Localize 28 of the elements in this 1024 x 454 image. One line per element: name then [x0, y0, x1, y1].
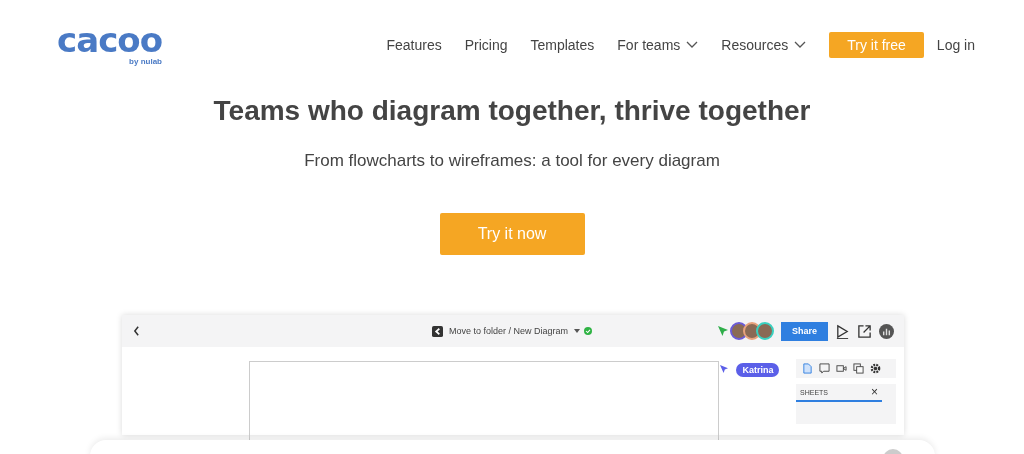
- cursor-label: Katrina: [736, 363, 780, 377]
- nav-link[interactable]: For teams: [617, 37, 699, 53]
- chart-icon[interactable]: [879, 323, 894, 339]
- nav-link[interactable]: Pricing: [464, 37, 508, 53]
- nav-link[interactable]: Resources: [721, 37, 807, 53]
- export-icon[interactable]: [857, 323, 872, 339]
- logo-wordmark[interactable]: cacoo: [57, 24, 162, 55]
- logo-tagline: by nulab: [129, 56, 162, 66]
- cursor-icon: [720, 365, 728, 373]
- login-link[interactable]: Log in: [936, 37, 975, 53]
- nav-link[interactable]: Templates: [530, 37, 595, 53]
- comment-icon[interactable]: [819, 363, 830, 374]
- chevron-down-icon[interactable]: [686, 41, 699, 49]
- breadcrumb[interactable]: Move to folder / New Diagram: [449, 326, 569, 336]
- video-icon[interactable]: [836, 363, 847, 374]
- settings-icon[interactable]: [870, 363, 881, 374]
- close-button[interactable]: ×: [871, 386, 878, 398]
- cursor-icon: [718, 326, 728, 336]
- copy-icon[interactable]: [853, 363, 864, 374]
- hero-subtitle: From flowcharts to wireframes: a tool for every diagram: [304, 151, 720, 171]
- share-button[interactable]: Share: [781, 321, 828, 341]
- app-logo-icon: [432, 325, 443, 337]
- hero-title: Teams who diagram together, thrive together: [213, 95, 811, 127]
- back-icon[interactable]: [133, 326, 140, 336]
- caret-icon[interactable]: [574, 329, 581, 333]
- nav-link[interactable]: Features: [386, 37, 442, 53]
- play-icon[interactable]: [835, 323, 850, 339]
- chevron-down-icon[interactable]: [794, 41, 807, 49]
